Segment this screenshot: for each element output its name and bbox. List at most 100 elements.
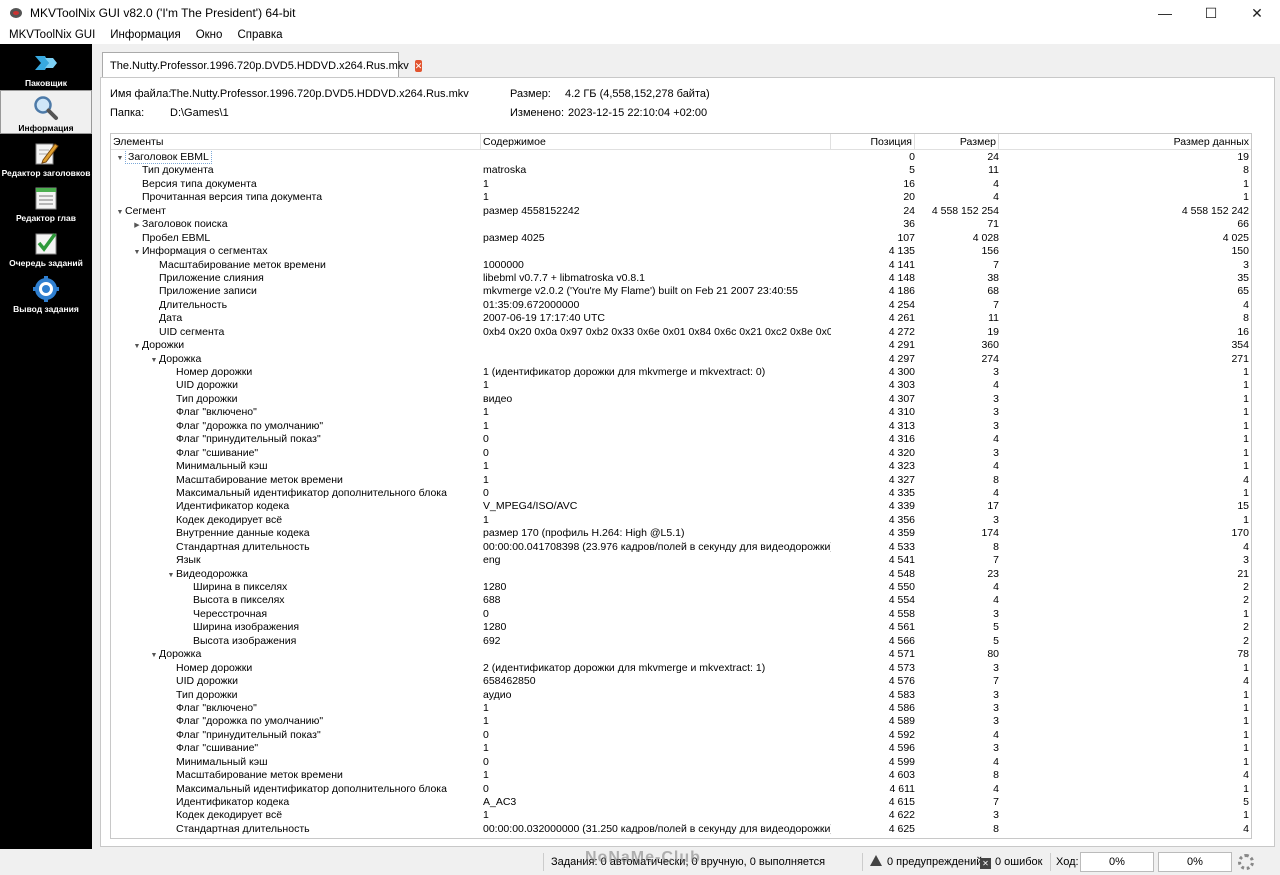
tree-row[interactable]: Масштабирование меток времени 1 4 603 8 4 (111, 769, 1251, 782)
element-size: 7 (993, 675, 999, 688)
element-tree[interactable]: Элементы Содержимое Позиция Размер Разме… (110, 133, 1252, 839)
tree-row[interactable]: Внутренние данные кодека размер 170 (проф… (111, 527, 1251, 540)
tree-row[interactable]: Флаг "дорожка по умолчанию" 1 4 589 3 1 (111, 715, 1251, 728)
column-header-content[interactable]: Содержимое (481, 134, 831, 150)
tree-row[interactable]: Флаг "включено" 1 4 310 3 1 (111, 406, 1251, 419)
element-name: Дорожка (159, 352, 202, 365)
sidebar-item-multiplexer[interactable]: Паковщик (0, 46, 92, 90)
sidebar-item-job-output[interactable]: Вывод задания (0, 272, 92, 316)
sidebar-label: Очередь заданий (9, 258, 83, 268)
tab-close-icon[interactable]: ✕ (414, 59, 423, 72)
tree-row[interactable]: Масштабирование меток времени 1000000 4 14… (111, 259, 1251, 272)
close-button[interactable]: ✕ (1234, 0, 1280, 26)
tree-row[interactable]: Тип дорожки видео 4 307 3 1 (111, 393, 1251, 406)
column-header-position[interactable]: Позиция (831, 134, 915, 150)
element-name-cell: Кодек декодирует всё (111, 809, 481, 822)
menu-window[interactable]: Окно (187, 29, 229, 41)
column-header-data-size[interactable]: Размер данных (999, 134, 1251, 150)
tree-row[interactable]: Флаг "принудительный показ" 0 4 316 4 1 (111, 433, 1251, 446)
expand-arrow-icon[interactable]: ▼ (115, 206, 125, 219)
tree-row[interactable]: Пробел EBML размер 4025 107 4 028 4 025 (111, 232, 1251, 245)
tree-row[interactable]: Версия типа документа 1 16 4 1 (111, 178, 1251, 191)
tree-row[interactable]: ▼ Информация о сегментах 4 135 156 150 (111, 245, 1251, 259)
tree-row[interactable]: Минимальный кэш 0 4 599 4 1 (111, 756, 1251, 769)
errors-status[interactable]: ✕ 0 ошибок (980, 849, 1043, 875)
tree-row[interactable]: Стандартная длительность 00:00:00.0417083… (111, 541, 1251, 554)
menu-info[interactable]: Информация (101, 29, 186, 41)
minimize-button[interactable]: — (1142, 0, 1188, 26)
tree-row[interactable]: Идентификатор кодека A_AC3 4 615 7 5 (111, 796, 1251, 809)
progress-label: Ход: (1056, 856, 1079, 868)
sidebar-item-job-queue[interactable]: Очередь заданий (0, 226, 92, 270)
element-content: 1 (483, 379, 489, 392)
column-header-elements[interactable]: Элементы (111, 134, 481, 150)
tree-row[interactable]: ▼ Заголовок EBML 0 24 19 (111, 151, 1251, 165)
sidebar-item-chapter-editor[interactable]: Редактор глав (0, 181, 92, 225)
maximize-button[interactable]: ☐ (1188, 0, 1234, 26)
tree-row[interactable]: Высота в пикселях 688 4 554 4 2 (111, 594, 1251, 607)
tree-row[interactable]: Номер дорожки 1 (идентификатор дорожки дл… (111, 366, 1251, 379)
tree-row[interactable]: Язык eng 4 541 7 3 (111, 554, 1251, 567)
element-content: 0xb4 0x20 0x0a 0x97 0xb2 0x33 0x6e 0x01 … (483, 325, 831, 338)
element-name: Длительность (159, 298, 228, 311)
tree-row[interactable]: ▼ Видеодорожка 4 548 23 21 (111, 567, 1251, 582)
tree-row[interactable]: Флаг "дорожка по умолчанию" 1 4 313 3 1 (111, 420, 1251, 433)
warnings-status[interactable]: 0 предупреждений (870, 849, 982, 875)
column-header-size[interactable]: Размер (915, 134, 999, 150)
menu-bar: MKVToolNix GUI Информация Окно Справка (0, 26, 1280, 44)
element-data-size: 354 (1231, 339, 1249, 352)
tree-row[interactable]: Кодек декодирует всё 1 4 622 3 1 (111, 809, 1251, 822)
tree-row[interactable]: Минимальный кэш 1 4 323 4 1 (111, 460, 1251, 473)
tree-row[interactable]: UID дорожки 658462850 4 576 7 4 (111, 675, 1251, 688)
element-content: 2007-06-19 17:17:40 UTC (483, 312, 605, 325)
menu-help[interactable]: Справка (228, 29, 288, 41)
tree-row[interactable]: ▼ Дорожка 4 297 274 271 (111, 352, 1251, 367)
tree-row[interactable]: Флаг "сшивание" 0 4 320 3 1 (111, 447, 1251, 460)
tree-row[interactable]: Высота изображения 692 4 566 5 2 (111, 635, 1251, 648)
expand-arrow-icon[interactable]: ▼ (166, 569, 176, 582)
tree-row[interactable]: UID сегмента 0xb4 0x20 0x0a 0x97 0xb2 0x3… (111, 325, 1251, 339)
tree-row[interactable]: Ширина изображения 1280 4 561 5 2 (111, 621, 1251, 634)
sidebar-item-info[interactable]: Информация (0, 90, 92, 134)
file-tab[interactable]: The.Nutty.Professor.1996.720p.DVD5.HDDVD… (102, 52, 423, 78)
tree-row[interactable]: Тип дорожки аудио 4 583 3 1 (111, 689, 1251, 702)
element-data-size: 170 (1231, 527, 1249, 540)
element-content: 1 (483, 701, 489, 714)
tree-row[interactable]: Масштабирование меток времени 1 4 327 8 4 (111, 474, 1251, 487)
tree-row[interactable]: Прочитанная версия типа документа 1 20 4 1 (111, 191, 1251, 204)
element-name: Заголовок EBML (125, 151, 212, 164)
tree-row[interactable]: Ширина в пикселях 1280 4 550 4 2 (111, 581, 1251, 594)
tree-row[interactable]: Длительность 01:35:09.672000000 4 254 7 4 (111, 298, 1251, 312)
expand-arrow-icon[interactable]: ▼ (132, 246, 142, 259)
tree-row[interactable]: ▼ Сегмент размер 4558152242 24 4 558 152 254… (111, 205, 1251, 219)
tree-row[interactable]: ▼ Дорожки 4 291 360 354 (111, 339, 1251, 353)
tree-row[interactable]: Приложение записи mkvmerge v2.0.2 ('You'r… (111, 285, 1251, 298)
tree-row[interactable]: Номер дорожки 2 (идентификатор дорожки дл… (111, 662, 1251, 675)
tree-row[interactable]: Стандартная длительность 00:00:00.0320000… (111, 822, 1251, 836)
menu-mkvtoolnix-gui[interactable]: MKVToolNix GUI (0, 29, 101, 41)
tree-row[interactable]: Тип документа matroska 5 11 8 (111, 164, 1251, 177)
expand-arrow-icon[interactable]: ▼ (149, 354, 159, 367)
tree-row[interactable]: Чересстрочная 0 4 558 3 1 (111, 608, 1251, 621)
tree-row[interactable]: Флаг "включено" 1 4 586 3 1 (111, 701, 1251, 715)
element-name-cell: Высота изображения (111, 635, 481, 648)
tree-row[interactable]: Максимальный идентификатор дополнительно… (111, 487, 1251, 500)
tree-row[interactable]: ▼ Дорожка 4 571 80 78 (111, 648, 1251, 662)
tree-row[interactable]: Дата 2007-06-19 17:17:40 UTC 4 261 11 8 (111, 312, 1251, 325)
tree-row[interactable]: ▶ Заголовок поиска 36 71 66 (111, 218, 1251, 232)
tree-row[interactable]: UID дорожки 1 4 303 4 1 (111, 379, 1251, 392)
tree-row[interactable]: Флаг "принудительный показ" 0 4 592 4 1 (111, 729, 1251, 742)
expand-arrow-icon[interactable]: ▼ (149, 649, 159, 662)
element-data-size: 21 (1237, 567, 1249, 580)
tree-row[interactable]: Кодек декодирует всё 1 4 356 3 1 (111, 514, 1251, 527)
expand-arrow-icon[interactable]: ▶ (132, 219, 142, 232)
expand-arrow-icon[interactable]: ▼ (132, 340, 142, 353)
element-name: Стандартная длительность (176, 822, 310, 835)
tree-row[interactable]: Приложение слияния libebml v0.7.7 + libma… (111, 272, 1251, 285)
tree-row[interactable]: Идентификатор кодека V_MPEG4/ISO/AVC 4 339… (111, 500, 1251, 513)
sidebar-item-header-editor[interactable]: Редактор заголовков (0, 136, 92, 180)
element-size: 11 (988, 164, 999, 177)
expand-arrow-icon[interactable]: ▼ (115, 152, 125, 165)
tree-row[interactable]: Флаг "сшивание" 1 4 596 3 1 (111, 742, 1251, 755)
tree-row[interactable]: Максимальный идентификатор дополнительно… (111, 783, 1251, 796)
